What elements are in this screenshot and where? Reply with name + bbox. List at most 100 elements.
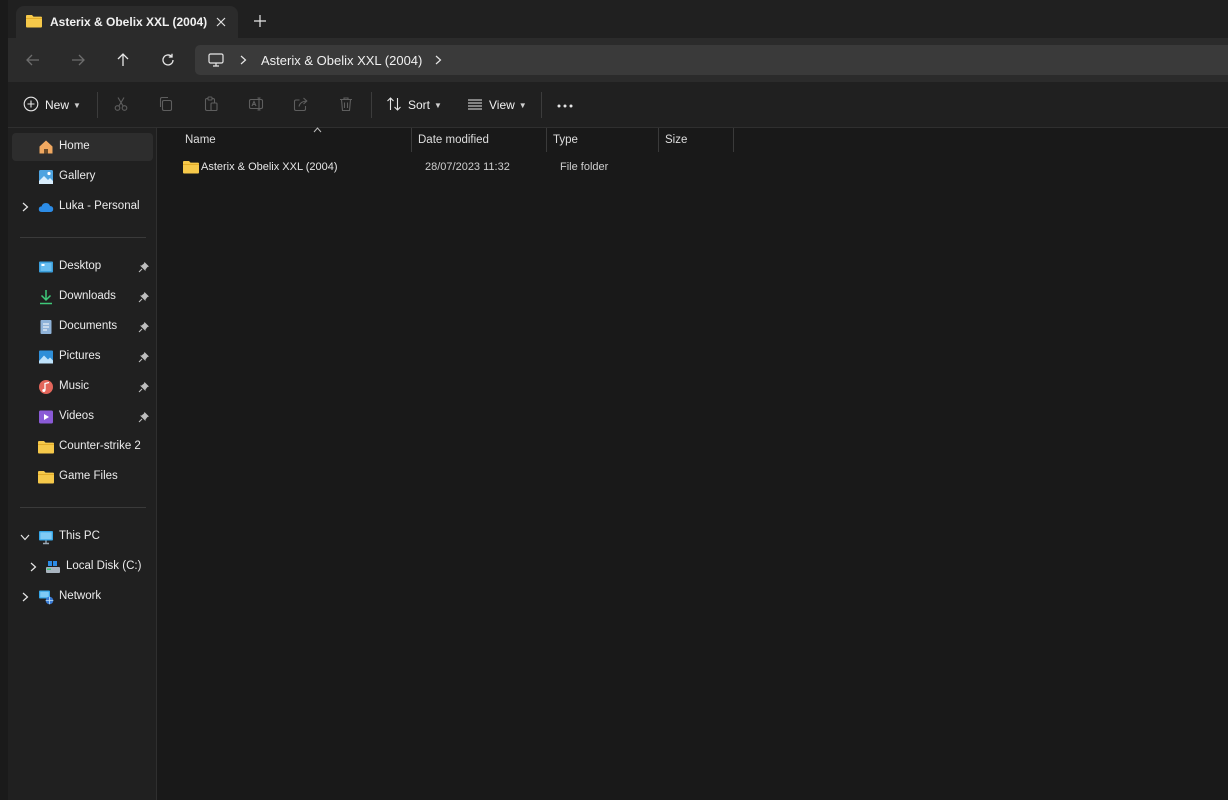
address-bar[interactable]: Asterix & Obelix XXL (2004)	[195, 45, 1228, 75]
chevron-down-icon[interactable]	[19, 531, 31, 543]
scissors-icon	[113, 96, 129, 115]
chevron-right-icon[interactable]	[235, 49, 251, 71]
sidebar-item-counter-strike-2[interactable]: Counter-strike 2	[12, 433, 153, 461]
sidebar-item-gallery[interactable]: Gallery	[12, 163, 153, 191]
sidebar-item-label: Luka - Personal	[59, 200, 140, 212]
sidebar-item-label: Documents	[59, 320, 118, 332]
toolbar-divider	[541, 92, 542, 118]
table-row[interactable]: Asterix & Obelix XXL (2004) 28/07/2023 1…	[167, 156, 732, 180]
column-header-name[interactable]: Name	[179, 127, 412, 152]
plus-icon[interactable]	[251, 12, 269, 30]
trash-icon	[338, 96, 354, 115]
column-header-type[interactable]: Type	[547, 128, 659, 152]
chevron-down-icon: ▼	[73, 100, 81, 110]
sort-button-label: Sort	[408, 98, 431, 112]
home-icon	[38, 139, 54, 155]
sidebar-divider	[20, 237, 146, 238]
delete-button[interactable]	[338, 93, 354, 117]
network-icon	[38, 589, 54, 605]
download-icon	[38, 289, 54, 305]
sidebar-item-onedrive[interactable]: Luka - Personal	[12, 193, 153, 221]
tab-bar: Asterix & Obelix XXL (2004)	[8, 0, 1228, 38]
new-button[interactable]: New ▼	[23, 93, 81, 117]
chevron-right-icon[interactable]	[430, 49, 446, 71]
sidebar-item-label: Pictures	[59, 350, 101, 362]
share-button[interactable]	[293, 93, 309, 117]
pin-icon[interactable]	[138, 381, 150, 393]
sidebar-item-label: Music	[59, 380, 90, 392]
paste-button[interactable]	[203, 93, 219, 117]
pin-icon[interactable]	[138, 351, 150, 363]
pin-icon[interactable]	[138, 321, 150, 333]
refresh-icon[interactable]	[155, 48, 181, 72]
sidebar-item-label: Local Disk (C:)	[66, 560, 142, 572]
plus-circle-icon	[23, 96, 39, 115]
sort-button[interactable]: Sort ▼	[386, 93, 442, 117]
video-icon	[38, 409, 54, 425]
command-bar: New ▼ Sort ▼ View ▼	[8, 82, 1228, 128]
folder-icon	[183, 160, 199, 177]
sidebar-item-label: Videos	[59, 410, 94, 422]
chevron-down-icon: ▼	[434, 100, 442, 110]
sidebar-item-local-disk[interactable]: Local Disk (C:)	[12, 553, 153, 581]
sidebar-item-label: Downloads	[59, 290, 116, 302]
pc-icon	[38, 529, 54, 545]
breadcrumb-current-folder[interactable]: Asterix & Obelix XXL (2004)	[261, 53, 422, 68]
sidebar-item-label: Gallery	[59, 170, 96, 182]
chevron-right-icon[interactable]	[19, 201, 31, 213]
navigation-bar: Asterix & Obelix XXL (2004)	[8, 38, 1228, 82]
share-icon	[293, 96, 309, 115]
folder-icon	[38, 469, 54, 485]
sidebar-divider	[20, 507, 146, 508]
sidebar-item-music[interactable]: Music	[12, 373, 153, 401]
sidebar-item-home[interactable]: Home	[12, 133, 153, 161]
more-options-button[interactable]	[556, 93, 574, 117]
sidebar-item-downloads[interactable]: Downloads	[12, 283, 153, 311]
tab-current-folder[interactable]: Asterix & Obelix XXL (2004)	[16, 6, 238, 38]
sidebar-item-game-files[interactable]: Game Files	[12, 463, 153, 491]
pictures-icon	[38, 349, 54, 365]
sidebar-item-network[interactable]: Network	[12, 583, 153, 611]
background-window-strip	[0, 0, 8, 800]
column-header-size[interactable]: Size	[659, 128, 734, 152]
sidebar-item-pictures[interactable]: Pictures	[12, 343, 153, 371]
sort-icon	[386, 96, 402, 115]
cut-button[interactable]	[113, 93, 129, 117]
sidebar-item-documents[interactable]: Documents	[12, 313, 153, 341]
view-button[interactable]: View ▼	[467, 93, 527, 117]
rename-button[interactable]	[248, 93, 264, 117]
navigation-pane: Home Gallery Luka - Personal Desktop Dow…	[8, 128, 157, 800]
file-list[interactable]: Name Date modified Type Size Asterix & O…	[157, 127, 1228, 800]
monitor-icon[interactable]	[205, 49, 227, 71]
copy-icon	[158, 96, 174, 115]
ellipsis-icon	[556, 98, 574, 112]
column-header-date-modified[interactable]: Date modified	[412, 128, 547, 152]
pin-icon[interactable]	[138, 291, 150, 303]
file-type: File folder	[560, 161, 609, 173]
disk-icon	[45, 559, 61, 575]
sidebar-item-label: Home	[59, 140, 90, 152]
rename-icon	[248, 96, 264, 115]
folder-icon	[26, 14, 42, 31]
sidebar-item-desktop[interactable]: Desktop	[12, 253, 153, 281]
chevron-right-icon[interactable]	[19, 591, 31, 603]
sidebar-item-label: Game Files	[59, 470, 118, 482]
pin-icon[interactable]	[138, 411, 150, 423]
arrow-right-icon[interactable]	[65, 48, 91, 72]
arrow-up-icon[interactable]	[110, 48, 136, 72]
sidebar-item-label: Counter-strike 2	[59, 440, 141, 452]
sidebar-item-label: Network	[59, 590, 102, 602]
view-button-label: View	[489, 98, 515, 112]
arrow-left-icon[interactable]	[20, 48, 46, 72]
file-date-modified: 28/07/2023 11:32	[425, 161, 510, 173]
cloud-icon	[38, 199, 54, 215]
pin-icon[interactable]	[138, 261, 150, 273]
sidebar-item-videos[interactable]: Videos	[12, 403, 153, 431]
tab-title: Asterix & Obelix XXL (2004)	[50, 15, 208, 29]
paste-icon	[203, 95, 219, 115]
view-lines-icon	[467, 96, 483, 115]
chevron-right-icon[interactable]	[27, 561, 39, 573]
sidebar-item-this-pc[interactable]: This PC	[12, 523, 153, 551]
copy-button[interactable]	[158, 93, 174, 117]
close-tab-icon[interactable]	[212, 13, 230, 31]
